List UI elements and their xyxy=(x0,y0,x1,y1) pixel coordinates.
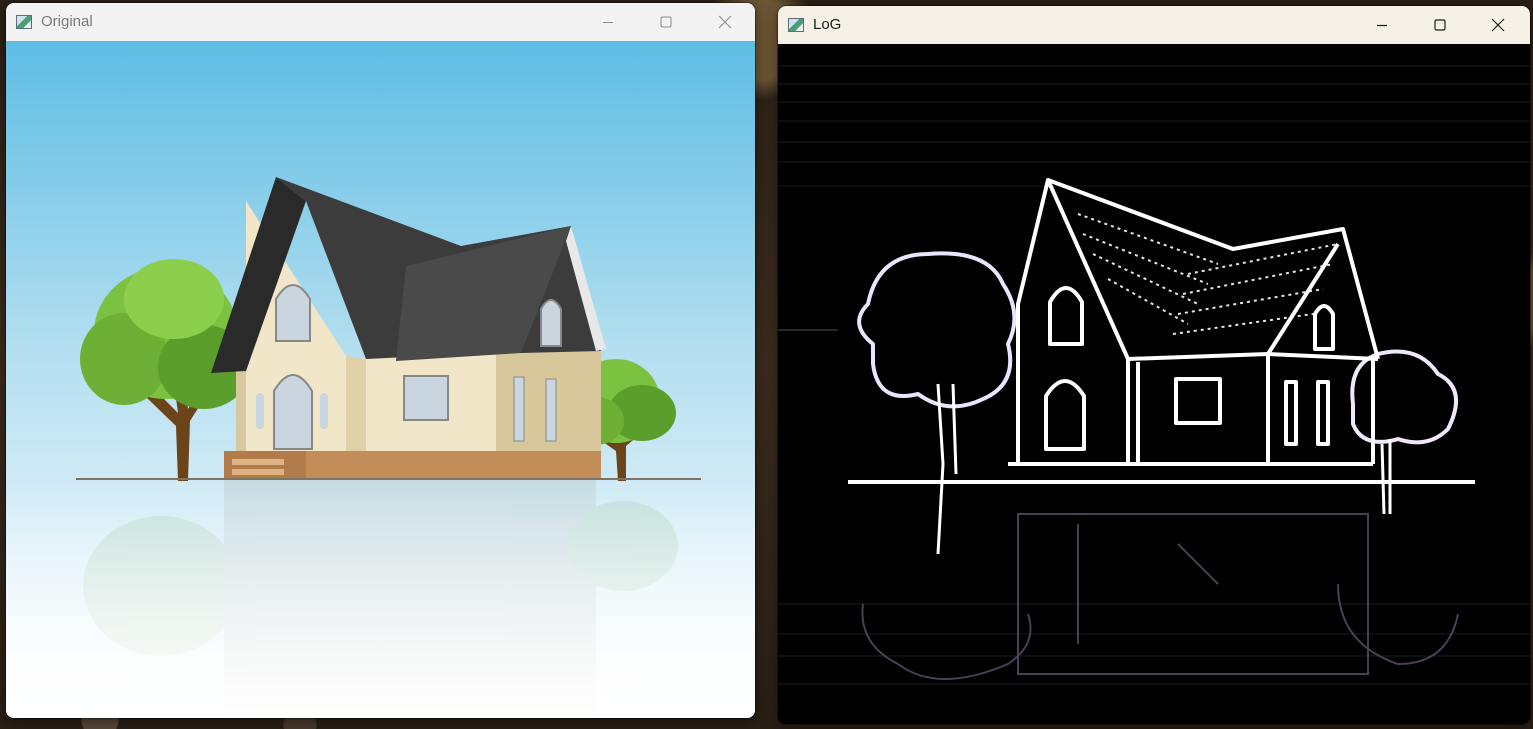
opencv-window-icon xyxy=(16,15,32,29)
original-window-titlebar[interactable]: Original xyxy=(6,3,755,41)
minimize-icon xyxy=(603,22,613,23)
maximize-icon xyxy=(660,16,672,28)
close-button[interactable] xyxy=(696,3,754,41)
log-window-titlebar[interactable]: LoG xyxy=(778,6,1530,44)
minimize-button[interactable] xyxy=(579,3,637,41)
close-button[interactable] xyxy=(1469,6,1527,44)
minimize-button[interactable] xyxy=(1353,6,1411,44)
minimize-icon xyxy=(1377,24,1387,27)
log-edge-illustration xyxy=(778,44,1530,724)
maximize-button[interactable] xyxy=(637,3,695,41)
opencv-window-icon xyxy=(788,18,804,32)
log-edge-image-canvas xyxy=(778,44,1530,724)
original-window[interactable]: Original xyxy=(6,3,755,718)
window-title: Original xyxy=(41,13,93,30)
house-illustration xyxy=(6,41,755,718)
close-icon xyxy=(718,15,732,29)
original-image-canvas xyxy=(6,41,755,718)
close-icon xyxy=(1491,18,1505,32)
log-window[interactable]: LoG xyxy=(778,6,1530,724)
window-title: LoG xyxy=(813,16,842,33)
maximize-button[interactable] xyxy=(1411,6,1469,44)
maximize-icon xyxy=(1434,19,1446,31)
